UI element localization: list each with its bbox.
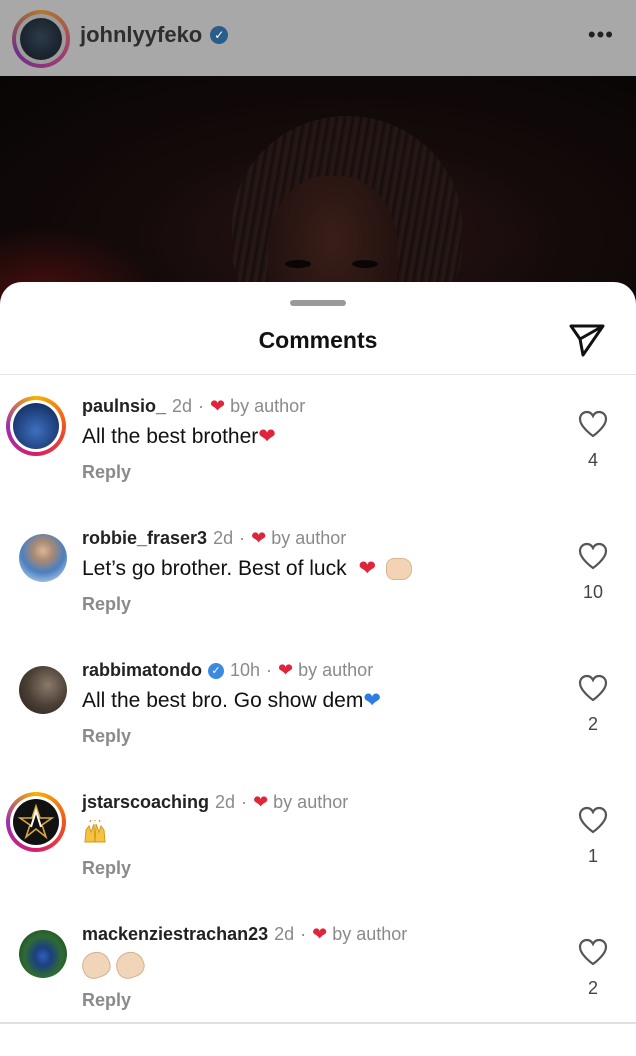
- raised-hands-emoji: [84, 820, 106, 843]
- comment-item: paulnsio_ 2d · ❤ by author All the best …: [0, 396, 636, 528]
- comment-time: 2d: [215, 792, 236, 812]
- commenter-avatar[interactable]: [6, 396, 66, 456]
- clapping-hands-emoji: [78, 947, 114, 983]
- commenter-username[interactable]: paulnsio_: [82, 396, 166, 417]
- like-count: 4: [587, 450, 598, 470]
- like-count: 2: [587, 978, 598, 998]
- comment-body: Let’s go brother. Best of luck: [82, 557, 347, 580]
- heart-outline-icon[interactable]: [578, 410, 608, 438]
- paper-plane-icon[interactable]: [568, 322, 606, 358]
- comment-item: mackenziestrachan23 2d · ❤ by author Rep…: [0, 924, 636, 1056]
- reply-button[interactable]: Reply: [82, 990, 131, 1011]
- liked-by-author-label: by author: [332, 924, 408, 944]
- comments-sheet: Comments paulnsio_ 2d · ❤ by author All …: [0, 282, 636, 1024]
- red-heart-emoji: ❤: [358, 556, 377, 580]
- post-author-username[interactable]: johnlyyfeko ✓: [80, 22, 229, 48]
- more-icon[interactable]: •••: [588, 22, 614, 48]
- blue-heart-emoji: ❤: [363, 688, 381, 712]
- comment-meta: rabbimatondo ✓ 10h · ❤ by author: [82, 660, 373, 681]
- comment-body: All the best brother: [82, 425, 259, 448]
- heart-outline-icon[interactable]: [578, 806, 608, 834]
- like-count: 1: [587, 846, 598, 866]
- post-image: [0, 76, 636, 306]
- heart-icon: ❤: [251, 528, 267, 548]
- commenter-username[interactable]: mackenziestrachan23: [82, 924, 268, 945]
- comment-meta: jstarscoaching 2d · ❤ by author: [82, 792, 348, 813]
- reply-button[interactable]: Reply: [82, 594, 131, 615]
- commenter-username[interactable]: jstarscoaching: [82, 792, 209, 813]
- sheet-grabber-handle[interactable]: [290, 300, 346, 306]
- commenter-avatar[interactable]: [19, 930, 67, 978]
- comment-text: All the best bro. Go show dem❤: [82, 688, 381, 713]
- heart-outline-icon[interactable]: [578, 674, 608, 702]
- comment-meta: mackenziestrachan23 2d · ❤ by author: [82, 924, 407, 945]
- comment-text: Let’s go brother. Best of luck ❤: [82, 556, 413, 581]
- clapping-hands-emoji: [112, 947, 148, 983]
- post-author-avatar[interactable]: [12, 10, 70, 68]
- comment-time: 2d: [274, 924, 295, 944]
- heart-icon: ❤: [210, 396, 226, 416]
- commenter-avatar[interactable]: [19, 666, 67, 714]
- comment-time: 2d: [172, 396, 193, 416]
- heart-icon: ❤: [253, 792, 269, 812]
- liked-by-author-label: by author: [271, 528, 347, 548]
- jstars-logo-icon: [17, 803, 55, 840]
- liked-by-author-label: by author: [230, 396, 306, 416]
- reply-button[interactable]: Reply: [82, 462, 131, 483]
- comments-title: Comments: [258, 327, 378, 353]
- meta-separator: ·: [239, 528, 246, 548]
- commenter-username[interactable]: rabbimatondo: [82, 660, 202, 681]
- comment-item: rabbimatondo ✓ 10h · ❤ by author All the…: [0, 660, 636, 792]
- heart-outline-icon[interactable]: [578, 938, 608, 966]
- meta-separator: ·: [241, 792, 248, 812]
- heart-icon: ❤: [278, 660, 294, 680]
- liked-by-author-label: by author: [273, 792, 349, 812]
- verified-badge-icon: ✓: [210, 26, 229, 44]
- reply-button[interactable]: Reply: [82, 726, 131, 747]
- comment-text: All the best brother❤: [82, 424, 276, 449]
- comment-item: jstarscoaching 2d · ❤ by author Reply 1: [0, 792, 636, 924]
- comment-text: [78, 947, 150, 983]
- comment-time: 2d: [213, 528, 234, 548]
- red-heart-emoji: ❤: [258, 424, 276, 448]
- commenter-avatar[interactable]: [6, 792, 66, 852]
- fist-bump-emoji: [386, 558, 413, 581]
- meta-separator: ·: [198, 396, 205, 416]
- comment-text: [82, 820, 108, 844]
- post-header: johnlyyfeko ✓ •••: [0, 0, 636, 76]
- post-username-text: johnlyyfeko: [80, 22, 203, 47]
- sheet-divider: [0, 374, 636, 375]
- meta-separator: ·: [300, 924, 307, 944]
- commenter-username[interactable]: robbie_fraser3: [82, 528, 207, 549]
- comment-meta: paulnsio_ 2d · ❤ by author: [82, 396, 305, 417]
- commenter-avatar[interactable]: [19, 534, 67, 582]
- meta-separator: ·: [266, 660, 273, 680]
- comment-item: robbie_fraser3 2d · ❤ by author Let’s go…: [0, 528, 636, 660]
- comment-time: 10h: [230, 660, 261, 680]
- liked-by-author-label: by author: [298, 660, 374, 680]
- heart-icon: ❤: [312, 924, 328, 944]
- heart-outline-icon[interactable]: [578, 542, 608, 570]
- comment-body: All the best bro. Go show dem: [82, 689, 364, 712]
- comment-meta: robbie_fraser3 2d · ❤ by author: [82, 528, 346, 549]
- like-count: 2: [587, 714, 598, 734]
- reply-button[interactable]: Reply: [82, 858, 131, 879]
- like-count: 10: [582, 582, 604, 602]
- verified-badge-icon: ✓: [208, 662, 224, 679]
